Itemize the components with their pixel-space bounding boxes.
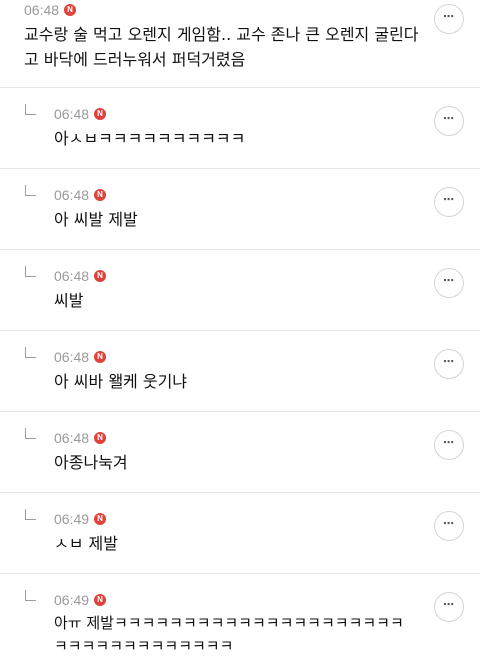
reply-arrow-icon — [25, 509, 36, 520]
comment-time: 06:48 — [24, 2, 60, 18]
comment-text: 아 씨발 제발 — [54, 210, 138, 229]
more-icon: ⋯ — [443, 436, 455, 449]
comment-meta: 06:48 N — [54, 268, 107, 284]
reply-item: 06:48 N 아 씨바 왤케 웃기냐 ⋯ — [0, 331, 480, 412]
more-options-button[interactable]: ⋯ — [434, 430, 464, 460]
comment-meta: 06:48 N — [24, 2, 77, 18]
comment-item: 06:48 N 교수랑 술 먹고 오렌지 게임함.. 교수 존나 큰 오렌지 굴… — [0, 0, 480, 88]
reply-item: 06:48 N 아ㅅㅂㅋㅋㅋㅋㅋㅋㅋㅋㅋㅋ ⋯ — [0, 88, 480, 169]
comment-time: 06:48 — [54, 268, 90, 284]
comment-text: ㅅㅂ 제발 — [54, 534, 118, 553]
reply-item: 06:48 N 씨발 ⋯ — [0, 250, 480, 331]
more-options-button[interactable]: ⋯ — [434, 106, 464, 136]
comment-meta: 06:48 N — [54, 106, 107, 122]
reply-item: 06:49 N ㅅㅂ 제발 ⋯ — [0, 493, 480, 574]
comment-meta: 06:49 N — [54, 592, 107, 608]
more-options-button[interactable]: ⋯ — [434, 592, 464, 622]
reply-arrow-icon — [25, 590, 36, 601]
more-icon: ⋯ — [443, 10, 455, 23]
comment-text: 아 씨바 왤케 웃기냐 — [54, 372, 188, 391]
comment-time: 06:49 — [54, 592, 90, 608]
comment-text: 아ㅠ 제발ㅋㅋㅋㅋㅋㅋㅋㅋㅋㅋㅋㅋㅋㅋㅋㅋㅋㅋㅋㅋㅋ ㅋㅋㅋㅋㅋㅋㅋㅋㅋㅋㅋㅋㅋ — [54, 614, 404, 655]
more-icon: ⋯ — [443, 598, 455, 611]
reply-item: 06:49 N 아ㅠ 제발ㅋㅋㅋㅋㅋㅋㅋㅋㅋㅋㅋㅋㅋㅋㅋㅋㅋㅋㅋㅋㅋ ㅋㅋㅋㅋㅋ… — [0, 574, 480, 666]
more-options-button[interactable]: ⋯ — [434, 268, 464, 298]
comment-meta: 06:48 N — [54, 349, 107, 365]
reply-arrow-icon — [25, 266, 36, 277]
comment-text: 씨발 — [54, 291, 84, 310]
reply-arrow-icon — [25, 104, 36, 115]
comment-time: 06:49 — [54, 511, 90, 527]
reply-arrow-icon — [25, 347, 36, 358]
new-badge-icon: N — [94, 513, 107, 525]
reply-arrow-icon — [25, 185, 36, 196]
comment-time: 06:48 — [54, 187, 90, 203]
comment-text: 아종나눅겨 — [54, 453, 128, 472]
comment-text: 아ㅅㅂㅋㅋㅋㅋㅋㅋㅋㅋㅋㅋ — [54, 129, 246, 148]
more-icon: ⋯ — [443, 274, 455, 287]
comment-time: 06:48 — [54, 106, 90, 122]
more-options-button[interactable]: ⋯ — [434, 187, 464, 217]
new-badge-icon: N — [64, 4, 77, 16]
comment-time: 06:48 — [54, 430, 90, 446]
new-badge-icon: N — [94, 270, 107, 282]
new-badge-icon: N — [94, 351, 107, 363]
more-options-button[interactable]: ⋯ — [434, 4, 464, 34]
comment-time: 06:48 — [54, 349, 90, 365]
more-icon: ⋯ — [443, 112, 455, 125]
more-icon: ⋯ — [443, 193, 455, 206]
more-options-button[interactable]: ⋯ — [434, 511, 464, 541]
more-icon: ⋯ — [443, 517, 455, 530]
new-badge-icon: N — [94, 189, 107, 201]
comment-meta: 06:48 N — [54, 187, 107, 203]
new-badge-icon: N — [94, 432, 107, 444]
new-badge-icon: N — [94, 594, 107, 606]
more-icon: ⋯ — [443, 355, 455, 368]
new-badge-icon: N — [94, 108, 107, 120]
more-options-button[interactable]: ⋯ — [434, 349, 464, 379]
reply-item: 06:48 N 아 씨발 제발 ⋯ — [0, 169, 480, 250]
reply-arrow-icon — [25, 428, 36, 439]
reply-item: 06:48 N 아종나눅겨 ⋯ — [0, 412, 480, 493]
comment-meta: 06:48 N — [54, 430, 107, 446]
comment-text: 교수랑 술 먹고 오렌지 게임함.. 교수 존나 큰 오렌지 굴린다 고 바닥에… — [24, 25, 419, 69]
comment-meta: 06:49 N — [54, 511, 107, 527]
